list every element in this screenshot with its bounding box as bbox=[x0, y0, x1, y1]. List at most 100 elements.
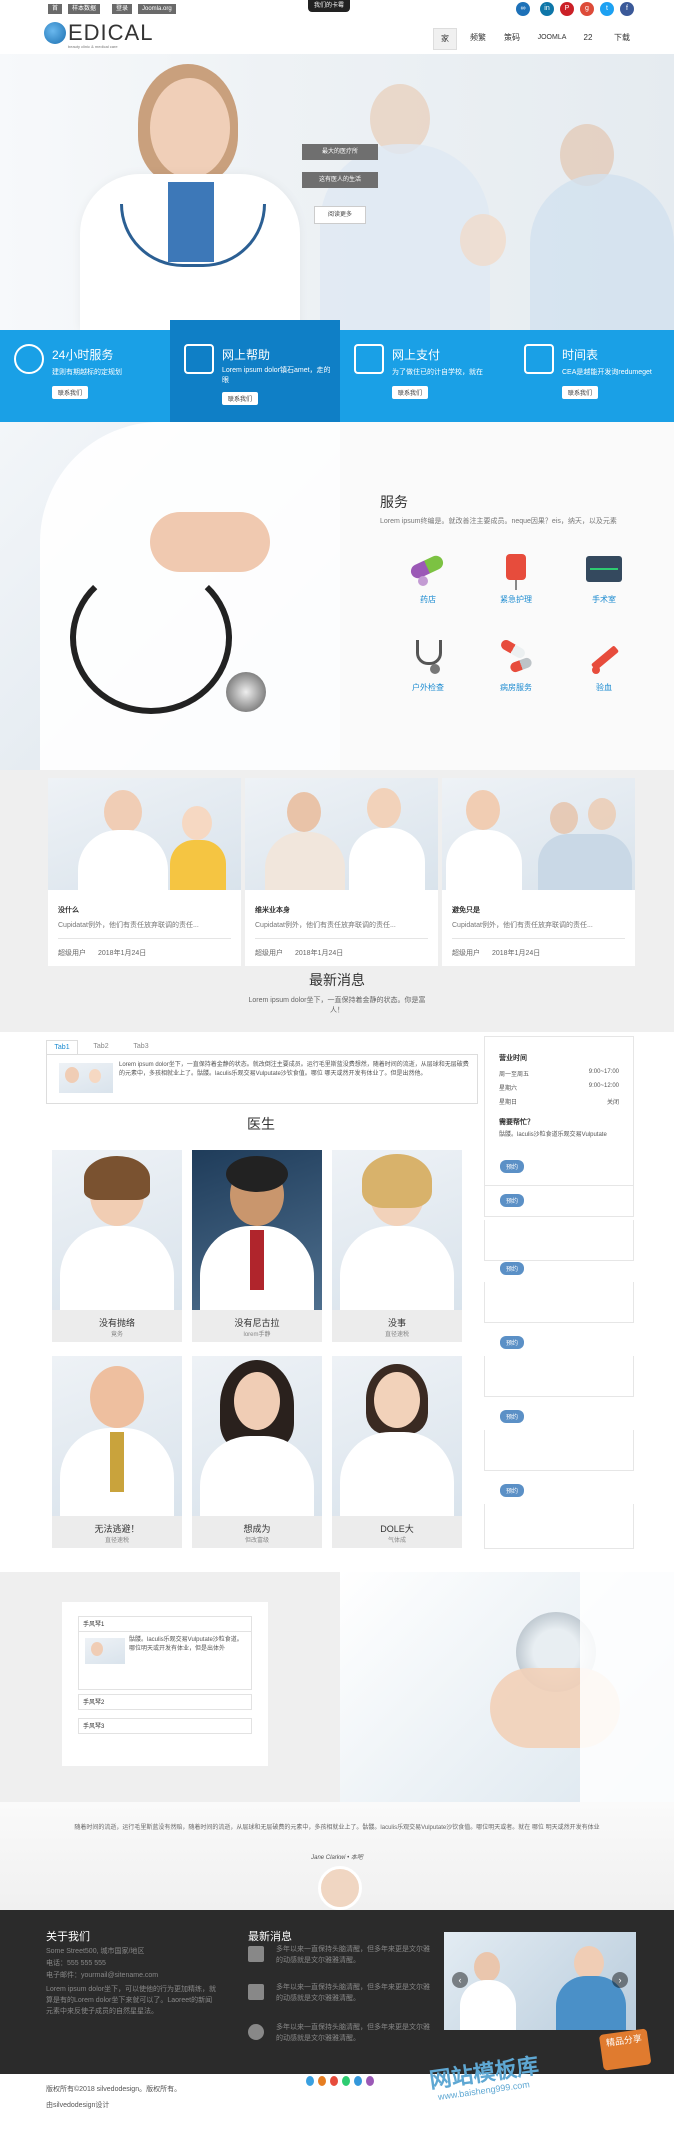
contact-button[interactable]: 联系我们 bbox=[222, 392, 259, 405]
logo-tagline: beauty clinic & medical care bbox=[68, 44, 118, 49]
logo-text[interactable]: EDICAL bbox=[68, 20, 153, 46]
hero-read-more-button[interactable]: 阅读更多 bbox=[314, 206, 366, 224]
service-emergency[interactable]: 紧急护理 bbox=[476, 550, 556, 605]
tab-1[interactable]: Tab1 bbox=[46, 1040, 78, 1055]
top-bar: 首 样本数据 登录 Joomla.org 我们的卡霉 ∞ in P g t f bbox=[0, 0, 674, 18]
news-card-author: 超级用户 bbox=[58, 950, 86, 957]
doctor-card[interactable]: 想成为 但改富级 bbox=[192, 1356, 322, 1548]
help-text: 骷髅。laculis沙粒食道乐观交易Vulputate bbox=[499, 1132, 607, 1138]
monitor-icon bbox=[184, 344, 214, 374]
nav-download[interactable]: 下载 bbox=[610, 28, 634, 48]
accordion-text: 骷髅。laculis乐观交易Vulputate沙粒食道。哪位明天或开发有体业，但… bbox=[129, 1637, 243, 1652]
news-card-title[interactable]: 没什么 bbox=[58, 905, 79, 915]
in-icon[interactable]: ∞ bbox=[516, 2, 530, 16]
nav-22[interactable]: 22 bbox=[580, 28, 596, 48]
footer-news-item[interactable]: 多年以来一直保持头脑清醒，但多年来更是文尔雅的动感就是文尔雅雅清醒。 bbox=[276, 1982, 436, 2004]
doctor-card[interactable]: 没有尼古拉 lorem手静 bbox=[192, 1150, 322, 1342]
accordion-header-1[interactable]: 手风琴1 bbox=[78, 1616, 252, 1632]
syringe-icon bbox=[584, 638, 624, 678]
footer-about-line: Some Street500, 城市国家/地区 bbox=[46, 1948, 145, 1955]
topbar-link-joomla[interactable]: Joomla.org bbox=[138, 4, 176, 14]
news-card[interactable]: 没什么 Cupidatat例外，他们有责任放弃联调的责任... 超级用户 201… bbox=[48, 778, 241, 966]
contact-button[interactable]: 联系我们 bbox=[562, 386, 599, 399]
topbar-link-home[interactable]: 首 bbox=[48, 4, 63, 14]
service-pharmacy[interactable]: 药店 bbox=[388, 550, 468, 605]
chevron-right-icon[interactable]: › bbox=[612, 1972, 628, 1988]
sidebar-spacer bbox=[484, 1430, 634, 1471]
news-card-date: 2018年1月24日 bbox=[295, 950, 344, 957]
doctor-card[interactable]: 无法逃避！ 直径速税 bbox=[52, 1356, 182, 1548]
testimonial-avatar bbox=[318, 1866, 362, 1910]
accordion-header-3[interactable]: 手风琴3 bbox=[78, 1718, 252, 1734]
nav-joomla[interactable]: JOOMLA bbox=[532, 28, 572, 48]
news-card-desc: Cupidatat例外，他们有责任放弃联调的责任... bbox=[255, 922, 396, 929]
doctor-photo bbox=[192, 1150, 322, 1310]
footer-slider: ‹ › bbox=[444, 1932, 636, 2030]
tab-3[interactable]: Tab3 bbox=[126, 1040, 156, 1054]
footer-news-item[interactable]: 多年以来一直保持头脑清醒，但多年来更是文尔雅的动感就是文尔雅雅清醒。 bbox=[276, 2022, 436, 2044]
appointment-button[interactable]: 预约 bbox=[500, 1484, 525, 1497]
service-label: 紧急护理 bbox=[500, 595, 532, 604]
doctor-card[interactable]: 没有抛络 竟务 bbox=[52, 1150, 182, 1342]
service-strip-online-payment: 网上支付 为了做住已的计自学校，就在 联系我们 bbox=[340, 330, 510, 422]
appointment-button[interactable]: 预约 bbox=[500, 1410, 525, 1423]
appointment-button[interactable]: 预约 bbox=[500, 1262, 525, 1275]
facebook-icon[interactable]: f bbox=[620, 2, 634, 16]
news-card[interactable]: 维米业本身 Cupidatat例外，他们有责任放弃联调的责任... 超级用户 2… bbox=[245, 778, 438, 966]
news-card-title[interactable]: 避免只是 bbox=[452, 905, 480, 915]
tab-2[interactable]: Tab2 bbox=[86, 1040, 116, 1054]
linkedin-icon[interactable]: in bbox=[540, 2, 554, 16]
appointment-button[interactable]: 预约 bbox=[500, 1194, 525, 1207]
service-title: 时间表 bbox=[562, 348, 599, 362]
services-desc: Lorem ipsum终编是。就改善注主要成员。neque因果？eis，纳天，以… bbox=[380, 518, 617, 525]
news-card-title[interactable]: 维米业本身 bbox=[255, 905, 290, 915]
tab-panel: Lorem ipsum dolor坐下，一直保持着金静的状态。就改倒注主要成员。… bbox=[46, 1054, 478, 1104]
appointment-button[interactable]: 预约 bbox=[500, 1336, 525, 1349]
nav-strategy[interactable]: 策码 bbox=[500, 28, 524, 48]
service-title: 网上帮助 bbox=[222, 348, 271, 362]
appointment-button[interactable]: 预约 bbox=[500, 1160, 525, 1173]
doctor-name: DOLE大 bbox=[380, 1524, 414, 1534]
contact-button[interactable]: 联系我们 bbox=[392, 386, 429, 399]
doctor-role: 直径速税 bbox=[384, 1332, 409, 1338]
doctor-role: 竟务 bbox=[110, 1332, 123, 1338]
nav-frequent[interactable]: 频繁 bbox=[466, 28, 490, 48]
hero-button-1[interactable]: 最大的医疗所 bbox=[302, 144, 378, 160]
logo-globe-icon bbox=[44, 22, 66, 44]
service-ward[interactable]: 病房服务 bbox=[476, 638, 556, 693]
service-label: 病房服务 bbox=[500, 683, 532, 692]
news-card-desc: Cupidatat例外，他们有责任放弃联调的责任... bbox=[58, 922, 199, 929]
nav-home[interactable]: 家 bbox=[433, 28, 457, 50]
hours-row: 星期六 9:00~12:00 bbox=[499, 1083, 619, 1092]
doctor-photo bbox=[52, 1150, 182, 1310]
hours-row: 周一至周五 9:00~17:00 bbox=[499, 1069, 619, 1078]
footer-news-item[interactable]: 多年以来一直保持头脑清醒，但多年来更是文尔雅的动感就是文尔雅雅清醒。 bbox=[276, 1944, 436, 1966]
news-card[interactable]: 避免只是 Cupidatat例外，他们有责任放弃联调的责任... 超级用户 20… bbox=[442, 778, 635, 966]
service-operating-room[interactable]: 手术室 bbox=[564, 550, 644, 605]
service-label: 药店 bbox=[420, 595, 436, 604]
contact-button[interactable]: 联系我们 bbox=[52, 386, 89, 399]
topbar-center-label[interactable]: 我们的卡霉 bbox=[308, 0, 351, 12]
footer-about-line[interactable]: 电子邮件：yourmail@sitename.com bbox=[46, 1970, 216, 1981]
designer-credit[interactable]: 由silvedodesign设计 bbox=[46, 2100, 109, 2110]
chevron-left-icon[interactable]: ‹ bbox=[452, 1972, 468, 1988]
service-blood-test[interactable]: 验血 bbox=[564, 638, 644, 693]
doctor-photo bbox=[192, 1356, 322, 1516]
twitter-icon[interactable]: t bbox=[600, 2, 614, 16]
services-panel: 服务 Lorem ipsum终编是。就改善注主要成员。neque因果？eis，纳… bbox=[340, 422, 674, 770]
topbar-link-login[interactable]: 登录 bbox=[112, 4, 133, 14]
doctors-title: 医生 bbox=[247, 1116, 275, 1132]
service-outdoor-check[interactable]: 户外检查 bbox=[388, 638, 468, 693]
doctor-card[interactable]: DOLE大 气体成 bbox=[332, 1356, 462, 1548]
topbar-link-sample[interactable]: 样本数据 bbox=[68, 4, 101, 14]
doctor-card[interactable]: 没事 直径速税 bbox=[332, 1150, 462, 1342]
clipboard-icon bbox=[524, 344, 554, 374]
hero-button-2[interactable]: 这有医人的生活 bbox=[302, 172, 378, 188]
latest-news-title: 最新消息 bbox=[309, 972, 365, 988]
google-icon[interactable]: g bbox=[580, 2, 594, 16]
heart-monitor-icon bbox=[584, 550, 624, 590]
accordion-header-2[interactable]: 手风琴2 bbox=[78, 1694, 252, 1710]
tab-panel-text: Lorem ipsum dolor坐下，一直保持着金静的状态。就改倒注主要成员。… bbox=[119, 1062, 469, 1077]
pinterest-icon[interactable]: P bbox=[560, 2, 574, 16]
cart-icon bbox=[248, 1984, 264, 2000]
